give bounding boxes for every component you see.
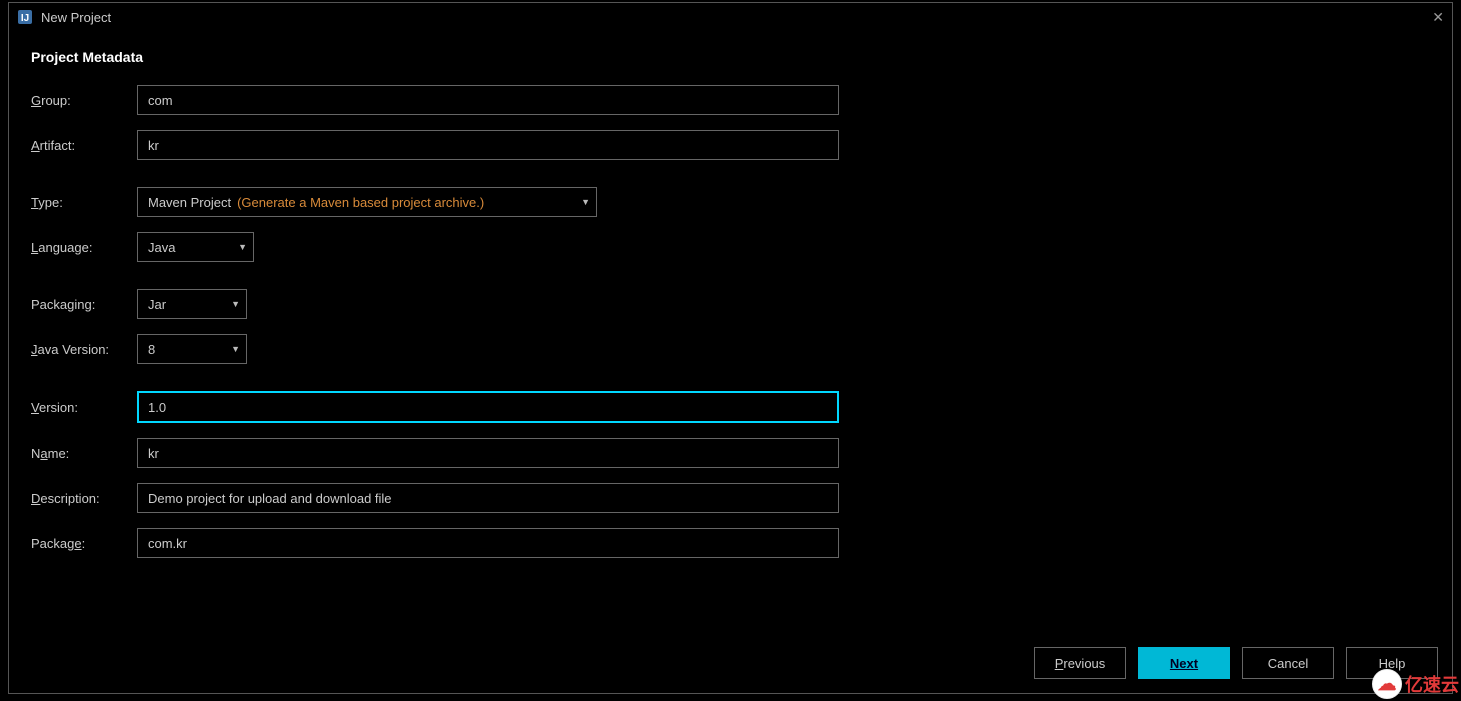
watermark-text: 亿速云 xyxy=(1405,671,1459,697)
section-heading: Project Metadata xyxy=(31,49,1430,65)
previous-button[interactable]: Previous xyxy=(1034,647,1126,679)
window-title: New Project xyxy=(41,10,111,25)
java-version-select[interactable]: 8 ▼ xyxy=(137,334,247,364)
packaging-value: Jar xyxy=(148,297,166,312)
type-select[interactable]: Maven Project (Generate a Maven based pr… xyxy=(137,187,597,217)
dialog-footer: Previous Next Cancel Help xyxy=(9,637,1452,693)
name-input[interactable] xyxy=(137,438,839,468)
packaging-select[interactable]: Jar ▼ xyxy=(137,289,247,319)
version-input[interactable] xyxy=(137,391,839,423)
artifact-label: Artifact: xyxy=(31,138,137,153)
cancel-button[interactable]: Cancel xyxy=(1242,647,1334,679)
language-label: Language: xyxy=(31,240,137,255)
titlebar: IJ New Project ✕ xyxy=(9,3,1452,31)
version-label: Version: xyxy=(31,400,137,415)
new-project-dialog: IJ New Project ✕ Project Metadata Group:… xyxy=(8,2,1453,694)
artifact-input[interactable] xyxy=(137,130,839,160)
java-version-value: 8 xyxy=(148,342,155,357)
java-version-label: Java Version: xyxy=(31,342,137,357)
chevron-down-icon: ▼ xyxy=(581,197,590,207)
group-input[interactable] xyxy=(137,85,839,115)
type-label: Type: xyxy=(31,195,137,210)
package-input[interactable] xyxy=(137,528,839,558)
group-label: Group: xyxy=(31,93,137,108)
package-label: Package: xyxy=(31,536,137,551)
watermark: ☁ 亿速云 xyxy=(1372,669,1459,699)
next-button[interactable]: Next xyxy=(1138,647,1230,679)
language-select[interactable]: Java ▼ xyxy=(137,232,254,262)
type-hint: (Generate a Maven based project archive.… xyxy=(237,195,484,210)
language-value: Java xyxy=(148,240,175,255)
cloud-icon: ☁ xyxy=(1372,669,1402,699)
group-label-text: roup: xyxy=(41,93,71,108)
description-input[interactable] xyxy=(137,483,839,513)
name-label: Name: xyxy=(31,446,137,461)
svg-text:IJ: IJ xyxy=(21,13,29,24)
type-value: Maven Project xyxy=(148,195,231,210)
chevron-down-icon: ▼ xyxy=(231,299,240,309)
content-area: Project Metadata Group: Artifact: Type: … xyxy=(9,31,1452,637)
app-icon: IJ xyxy=(17,9,33,25)
chevron-down-icon: ▼ xyxy=(238,242,247,252)
chevron-down-icon: ▼ xyxy=(231,344,240,354)
previous-text: revious xyxy=(1063,656,1105,671)
packaging-label: Packaging: xyxy=(31,297,137,312)
description-label: Description: xyxy=(31,491,137,506)
close-icon[interactable]: ✕ xyxy=(1432,9,1444,26)
